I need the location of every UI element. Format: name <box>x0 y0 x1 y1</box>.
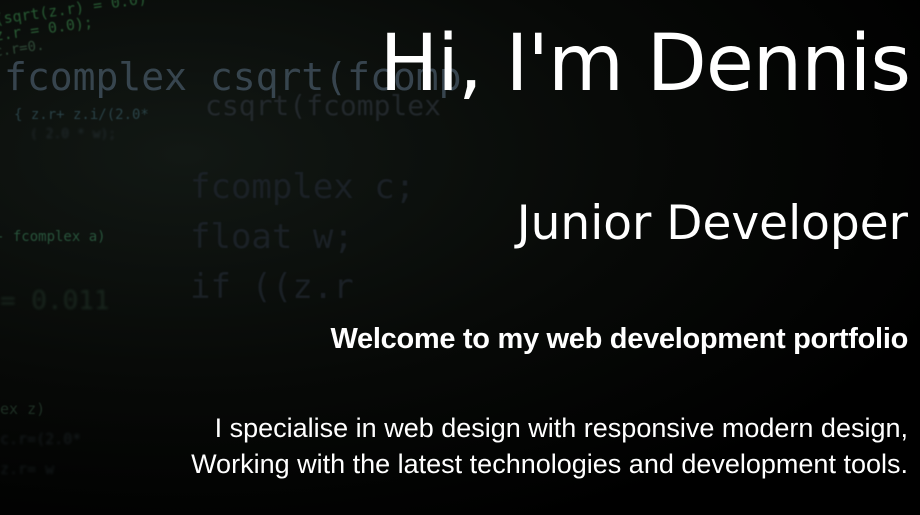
hero-description-line: I specialise in web design with responsi… <box>214 413 908 443</box>
code-line: float w; <box>190 217 354 257</box>
code-line: - fcomplex a) <box>0 229 106 245</box>
hero-description: I specialise in web design with responsi… <box>191 410 908 482</box>
code-line: ex z) <box>0 400 46 418</box>
code-line: z.r = 0.0); <box>0 13 95 45</box>
code-line: c.r=(2.0* <box>0 430 82 448</box>
code-line: z.r= w <box>0 460 55 478</box>
hero-title: Hi, I'm Dennis <box>379 19 911 109</box>
code-line: fcomplex c; <box>190 167 416 207</box>
code-line: ( 2.0 * w); <box>30 127 117 142</box>
code-line: = 0.011 <box>0 286 110 316</box>
hero-welcome-text: Welcome to my web development portfolio <box>330 323 908 355</box>
code-line: { z.r+ z.i/(2.0* <box>14 107 149 123</box>
hero-role: Junior Developer <box>516 196 908 251</box>
hero-description-line: Working with the latest technologies and… <box>191 449 908 479</box>
code-line: (sqrt(z.r) = 0.0) <box>0 0 148 29</box>
code-line: if ((z.r <box>190 267 354 307</box>
code-line: c.r=0. <box>0 37 46 61</box>
hero-section: (sqrt(z.r) = 0.0) z.r = 0.0); c.r=0. fco… <box>0 0 920 515</box>
